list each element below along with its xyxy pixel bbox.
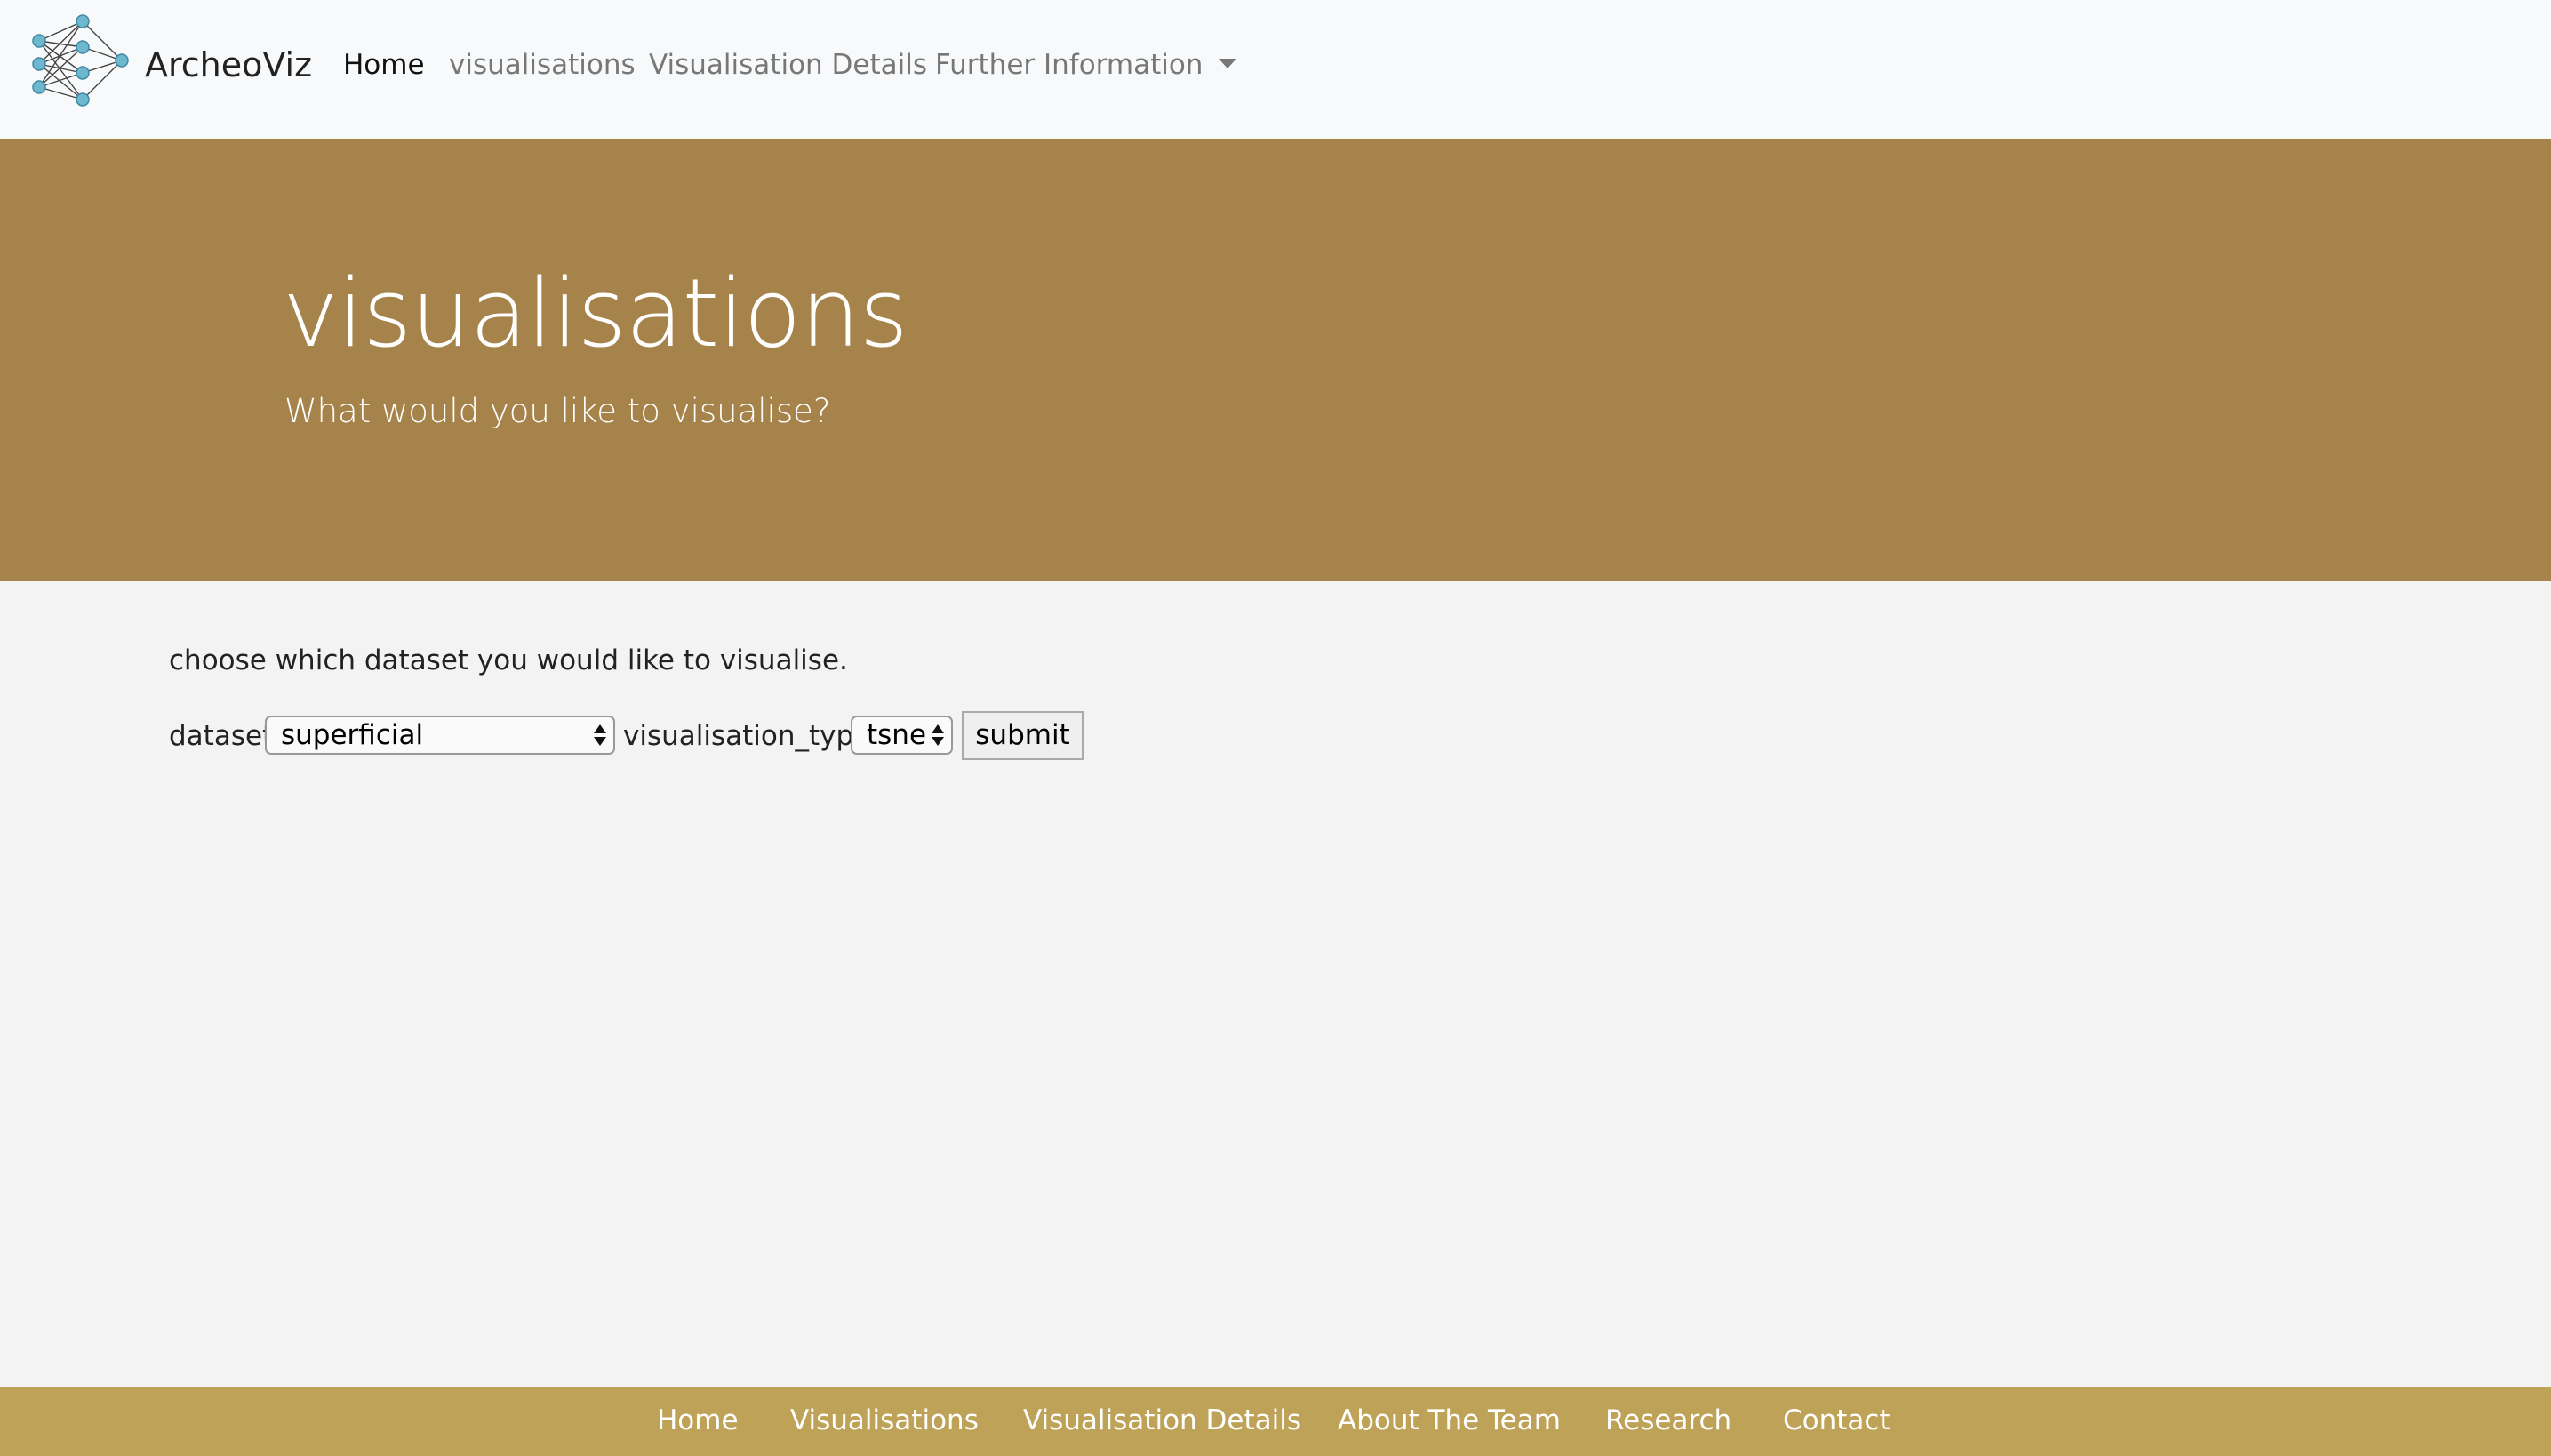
neural-network-icon[interactable] xyxy=(30,14,133,114)
footer: Home Visualisations Visualisation Detail… xyxy=(0,1387,2551,1456)
footer-link-visualisation-details[interactable]: Visualisation Details xyxy=(1023,1401,1301,1440)
page-title: visualisations xyxy=(283,259,908,368)
footer-link-about-the-team[interactable]: About The Team xyxy=(1338,1401,1561,1440)
nav-visualisation-details[interactable]: Visualisation Details xyxy=(649,44,927,85)
select-arrows-icon xyxy=(594,722,606,748)
dataset-select-value: superficial xyxy=(281,719,424,751)
brand-name[interactable]: ArcheoViz xyxy=(145,42,312,88)
hero-banner: visualisations What would you like to vi… xyxy=(0,139,2551,581)
footer-link-contact[interactable]: Contact xyxy=(1783,1401,1891,1440)
footer-link-research[interactable]: Research xyxy=(1605,1401,1731,1440)
visualisation-type-select-value: tsne xyxy=(867,719,927,751)
page-subtitle: What would you like to visualise? xyxy=(284,392,831,430)
nav-further-information[interactable]: Further Information xyxy=(935,44,1237,85)
nav-further-information-label: Further Information xyxy=(935,49,1204,81)
form-intro-text: choose which dataset you would like to v… xyxy=(169,644,848,676)
dataset-label: dataset xyxy=(169,720,274,752)
visualisation-type-select[interactable]: tsne xyxy=(851,716,953,755)
visualisation-type-label: visualisation_type xyxy=(623,720,871,752)
caret-down-icon xyxy=(1219,59,1237,68)
submit-button[interactable]: submit xyxy=(962,711,1084,760)
footer-link-home[interactable]: Home xyxy=(657,1401,739,1440)
nav-visualisations[interactable]: visualisations xyxy=(449,44,636,85)
nav-home[interactable]: Home xyxy=(343,44,425,85)
select-arrows-icon xyxy=(932,722,944,748)
dataset-select[interactable]: superficial xyxy=(265,716,615,755)
footer-link-visualisations[interactable]: Visualisations xyxy=(790,1401,979,1440)
navbar: ArcheoViz Home visualisations Visualisat… xyxy=(0,0,2551,139)
